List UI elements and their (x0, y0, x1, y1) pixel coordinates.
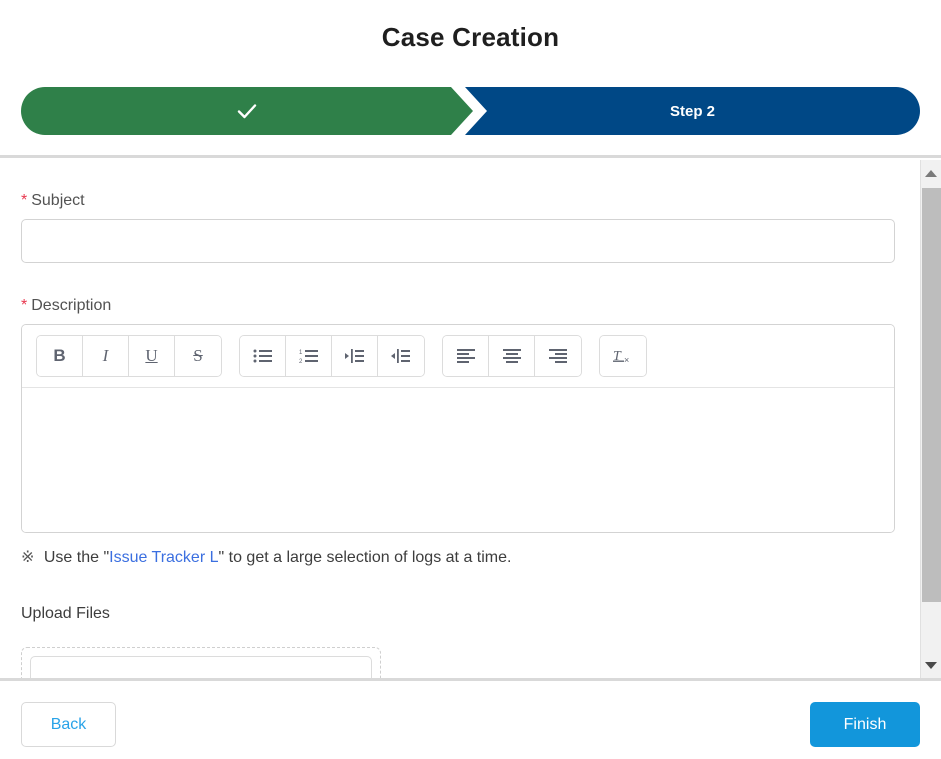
form-scrollbar[interactable] (920, 160, 941, 678)
italic-icon: I (103, 346, 109, 366)
back-button[interactable]: Back (21, 702, 116, 747)
svg-text:1: 1 (299, 350, 303, 356)
editor-toolbar: B I U S (22, 325, 894, 388)
subject-label: *Subject (21, 192, 897, 210)
file-dropzone[interactable] (21, 647, 381, 678)
clear-formatting-icon: T × (612, 347, 634, 365)
finish-button[interactable]: Finish (810, 702, 920, 747)
italic-button[interactable]: I (83, 336, 129, 376)
strikethrough-button[interactable]: S (175, 336, 221, 376)
form-content: *Subject *Description B I U (0, 192, 918, 678)
numbered-list-icon: 1 2 (299, 348, 319, 364)
align-right-button[interactable] (535, 336, 581, 376)
wizard-stepper: Step 2 (21, 87, 920, 135)
bold-button[interactable]: B (37, 336, 83, 376)
scrollbar-thumb[interactable] (922, 188, 941, 602)
logs-note: ※ Use the "Issue Tracker L" to get a lar… (21, 547, 897, 567)
description-label: *Description (21, 297, 897, 315)
align-center-button[interactable] (489, 336, 535, 376)
svg-text:2: 2 (299, 359, 303, 364)
indent-decrease-button[interactable] (378, 336, 424, 376)
form-scroll-area: *Subject *Description B I U (0, 158, 941, 678)
description-required-marker: * (21, 297, 27, 314)
step-2-current[interactable]: Step 2 (465, 87, 920, 135)
check-icon (234, 98, 260, 124)
upload-files-label: Upload Files (21, 605, 897, 623)
step-1-completed[interactable] (21, 87, 473, 135)
page-title: Case Creation (0, 22, 941, 53)
scroll-down-arrow-icon[interactable] (921, 654, 941, 676)
scroll-up-arrow-icon[interactable] (921, 162, 941, 184)
toolbar-group-alignment (442, 335, 582, 377)
strikethrough-icon: S (193, 346, 202, 366)
align-left-icon (456, 348, 476, 364)
align-right-icon (548, 348, 568, 364)
underline-button[interactable]: U (129, 336, 175, 376)
subject-input[interactable] (21, 219, 895, 263)
wizard-footer: Back Finish (0, 681, 941, 759)
subject-label-text: Subject (31, 192, 84, 209)
note-suffix: " to get a large selection of logs at a … (219, 549, 512, 566)
toolbar-group-list-indent: 1 2 (239, 335, 425, 377)
svg-text:×: × (624, 355, 629, 365)
toolbar-group-text-style: B I U S (36, 335, 222, 377)
bold-icon: B (53, 346, 65, 366)
file-dropzone-inner[interactable] (30, 656, 372, 678)
subject-required-marker: * (21, 192, 27, 209)
indent-increase-button[interactable] (332, 336, 378, 376)
issue-tracker-link[interactable]: Issue Tracker L (109, 549, 218, 566)
indent-increase-icon (345, 348, 365, 364)
indent-decrease-icon (391, 348, 411, 364)
case-creation-wizard: Case Creation Step 2 *Subject *Descripti… (0, 0, 941, 759)
description-input[interactable] (22, 388, 894, 532)
bullet-list-button[interactable] (240, 336, 286, 376)
align-center-icon (502, 348, 522, 364)
align-left-button[interactable] (443, 336, 489, 376)
reference-mark-icon: ※ (21, 549, 34, 566)
underline-icon: U (145, 346, 157, 366)
description-label-text: Description (31, 297, 111, 314)
step-2-label: Step 2 (670, 103, 715, 120)
note-prefix: Use the " (39, 549, 109, 566)
description-rich-text-editor: B I U S (21, 324, 895, 533)
toolbar-group-clear-format: T × (599, 335, 647, 377)
numbered-list-button[interactable]: 1 2 (286, 336, 332, 376)
clear-formatting-button[interactable]: T × (600, 336, 646, 376)
bullet-list-icon (253, 348, 273, 364)
